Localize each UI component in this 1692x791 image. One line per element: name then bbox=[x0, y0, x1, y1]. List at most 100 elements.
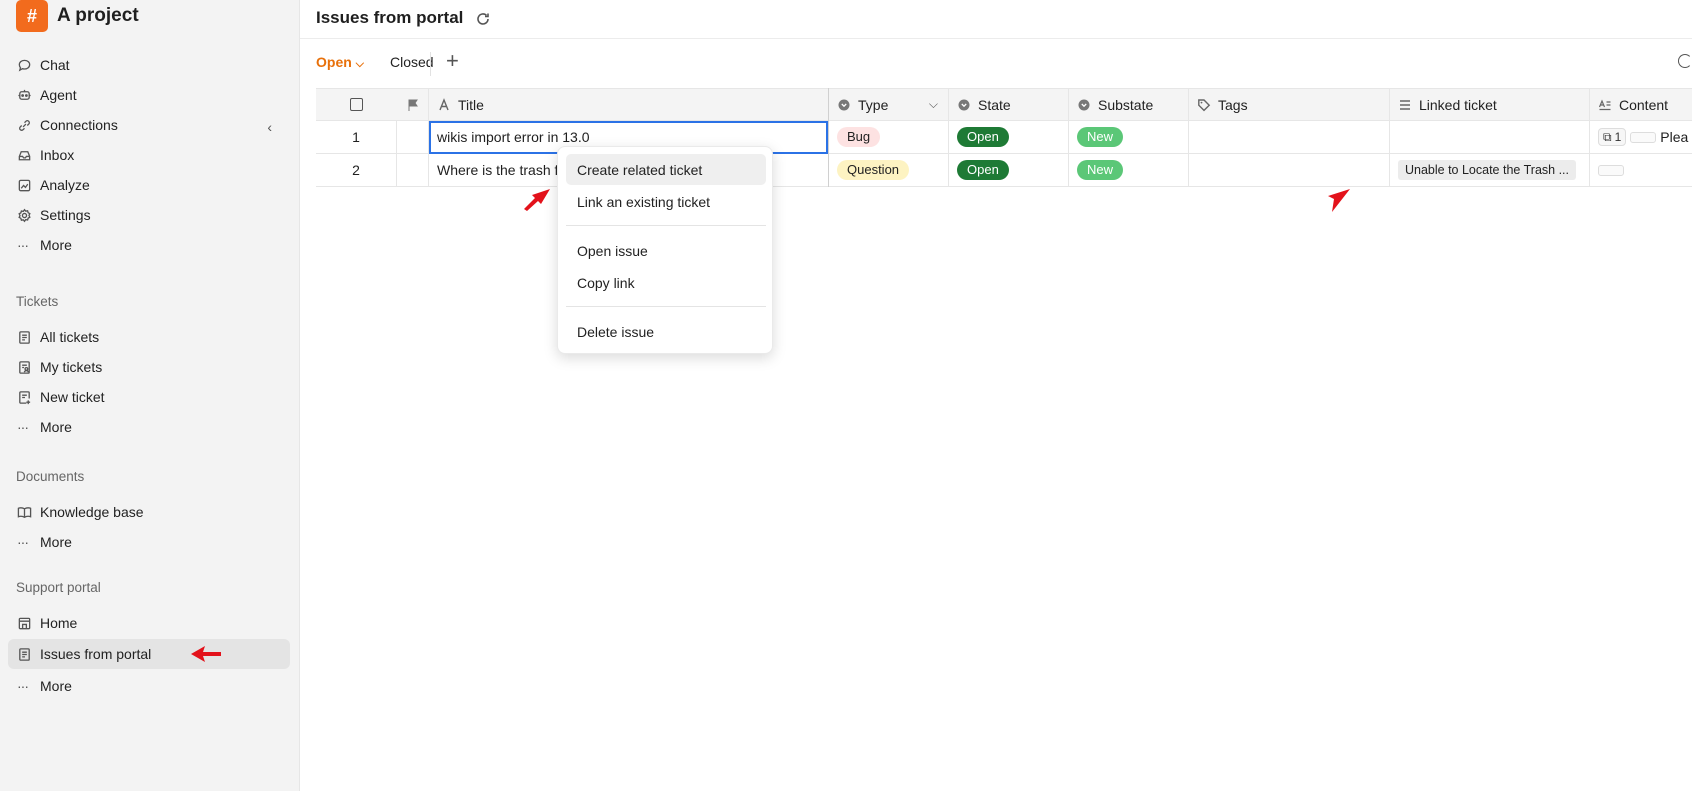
agent-icon bbox=[17, 88, 32, 103]
column-header-flag[interactable] bbox=[396, 88, 429, 121]
column-header-substate[interactable]: Substate bbox=[1069, 88, 1188, 121]
type-cell[interactable]: Question bbox=[829, 154, 948, 187]
select-all-checkbox[interactable] bbox=[349, 98, 363, 111]
sidebar-item-label: Agent bbox=[40, 87, 77, 103]
state-cell[interactable]: Open bbox=[949, 154, 1068, 187]
column-content: Content ⧉ 1 Plea bbox=[1590, 88, 1692, 187]
attachment-count-chip[interactable]: ⧉ 1 bbox=[1598, 128, 1627, 146]
column-flag bbox=[396, 88, 429, 187]
sidebar-item-portal-home[interactable]: Home bbox=[8, 608, 290, 638]
sidebar-item-issues-from-portal[interactable]: Issues from portal bbox=[8, 639, 290, 669]
type-cell[interactable]: Bug bbox=[829, 121, 948, 154]
chevron-down-icon[interactable]: ⌵ bbox=[929, 97, 938, 112]
column-header-select bbox=[316, 88, 396, 121]
inbox-icon bbox=[17, 148, 32, 163]
row-number: 1 bbox=[316, 121, 396, 154]
sidebar-item-label: More bbox=[40, 237, 72, 253]
sidebar-item-label: Home bbox=[40, 615, 78, 631]
column-header-state[interactable]: State bbox=[949, 88, 1068, 121]
sidebar-item-chat[interactable]: Chat bbox=[8, 50, 290, 80]
more-icon: ··· bbox=[17, 678, 29, 694]
rich-text-icon bbox=[1598, 98, 1612, 112]
column-header-linked-ticket[interactable]: Linked ticket bbox=[1390, 88, 1589, 121]
sidebar-item-tickets-more[interactable]: ··· More bbox=[8, 412, 290, 442]
annotation-arrow bbox=[191, 646, 221, 662]
tab-closed[interactable]: Closed bbox=[390, 54, 434, 70]
top-bar: Issues from portal bbox=[300, 0, 1692, 39]
menu-item-delete-issue[interactable]: Delete issue bbox=[566, 316, 766, 347]
sidebar-item-knowledge-base[interactable]: Knowledge base bbox=[8, 497, 290, 527]
analyze-icon bbox=[17, 178, 32, 193]
collapse-chevron-icon[interactable]: ‹ bbox=[267, 119, 272, 135]
column-state: State Open Open bbox=[949, 88, 1068, 187]
sidebar-item-connections[interactable]: Connections ‹ bbox=[8, 110, 290, 140]
view-tabs: Open ⌵ Closed + bbox=[300, 48, 1692, 80]
sidebar-item-settings[interactable]: Settings bbox=[8, 200, 290, 230]
column-type: Type ⌵ Bug Question bbox=[829, 88, 948, 187]
linked-ticket-chip[interactable]: Unable to Locate the Trash ... bbox=[1398, 160, 1576, 180]
sidebar-item-all-tickets[interactable]: All tickets bbox=[8, 322, 290, 352]
column-header-type[interactable]: Type ⌵ bbox=[829, 88, 948, 121]
flag-cell[interactable] bbox=[396, 154, 429, 187]
menu-item-create-related-ticket[interactable]: Create related ticket bbox=[566, 154, 766, 185]
sidebar-item-inbox[interactable]: Inbox bbox=[8, 140, 290, 170]
sidebar-item-label: Inbox bbox=[40, 147, 75, 163]
content-cell[interactable] bbox=[1590, 154, 1692, 187]
content-cell[interactable]: ⧉ 1 Plea bbox=[1590, 121, 1692, 154]
type-badge: Bug bbox=[837, 127, 881, 147]
state-badge: Open bbox=[957, 127, 1009, 147]
sidebar-item-more[interactable]: ··· More bbox=[8, 230, 290, 260]
section-label-tickets: Tickets bbox=[16, 294, 59, 309]
row-number: 2 bbox=[316, 154, 396, 187]
flag-icon bbox=[406, 98, 420, 112]
gear-icon bbox=[17, 208, 32, 223]
sidebar-item-label: My tickets bbox=[40, 359, 103, 375]
content-preview-chip bbox=[1598, 164, 1624, 176]
chat-icon bbox=[17, 58, 32, 73]
project-header[interactable]: # A project bbox=[16, 0, 139, 32]
sidebar-item-label: Issues from portal bbox=[40, 646, 152, 662]
tab-open[interactable]: Open ⌵ bbox=[316, 54, 364, 71]
more-icon: ··· bbox=[17, 419, 29, 435]
sidebar-item-portal-more[interactable]: ··· More bbox=[8, 671, 290, 701]
menu-item-open-issue[interactable]: Open issue bbox=[566, 235, 766, 266]
sidebar-item-analyze[interactable]: Analyze bbox=[8, 170, 290, 200]
sidebar-item-documents-more[interactable]: ··· More bbox=[8, 527, 290, 557]
sidebar-item-label: More bbox=[40, 678, 72, 694]
substate-badge: New bbox=[1077, 160, 1124, 180]
flag-cell[interactable] bbox=[396, 121, 429, 154]
search-icon[interactable] bbox=[1678, 54, 1692, 68]
chevron-down-icon: ⌵ bbox=[355, 58, 365, 70]
column-linked-ticket: Linked ticket Unable to Locate the Trash… bbox=[1390, 88, 1589, 187]
select-type-icon bbox=[837, 98, 851, 112]
substate-badge: New bbox=[1077, 127, 1124, 147]
ticket-list-icon bbox=[17, 330, 32, 345]
content-preview-chip bbox=[1630, 131, 1657, 143]
substate-cell[interactable]: New bbox=[1069, 121, 1188, 154]
sidebar-item-label: New ticket bbox=[40, 389, 105, 405]
refresh-icon[interactable] bbox=[475, 11, 491, 27]
tags-cell[interactable] bbox=[1189, 121, 1389, 154]
link-icon: ⧉ bbox=[1603, 129, 1612, 144]
menu-item-link-existing-ticket[interactable]: Link an existing ticket bbox=[566, 186, 766, 217]
sidebar-item-agent[interactable]: Agent bbox=[8, 80, 290, 110]
sidebar-item-label: More bbox=[40, 419, 72, 435]
column-header-content[interactable]: Content bbox=[1590, 88, 1692, 121]
linked-ticket-cell[interactable] bbox=[1390, 121, 1589, 154]
sidebar: # A project Chat Agent Connections ‹ Inb… bbox=[0, 0, 300, 791]
column-header-title[interactable]: Title bbox=[429, 88, 828, 121]
tag-icon bbox=[1197, 98, 1211, 112]
sidebar-item-new-ticket[interactable]: New ticket bbox=[8, 382, 290, 412]
book-icon bbox=[17, 505, 32, 520]
column-header-tags[interactable]: Tags bbox=[1189, 88, 1389, 121]
select-type-icon bbox=[1077, 98, 1091, 112]
substate-cell[interactable]: New bbox=[1069, 154, 1188, 187]
annotation-arrow bbox=[524, 189, 550, 211]
sidebar-item-my-tickets[interactable]: My tickets bbox=[8, 352, 290, 382]
state-cell[interactable]: Open bbox=[949, 121, 1068, 154]
tags-cell[interactable] bbox=[1189, 154, 1389, 187]
tab-divider bbox=[430, 52, 431, 76]
add-view-button[interactable]: + bbox=[446, 48, 459, 74]
menu-item-copy-link[interactable]: Copy link bbox=[566, 267, 766, 298]
linked-ticket-cell[interactable]: Unable to Locate the Trash ... bbox=[1390, 154, 1589, 187]
